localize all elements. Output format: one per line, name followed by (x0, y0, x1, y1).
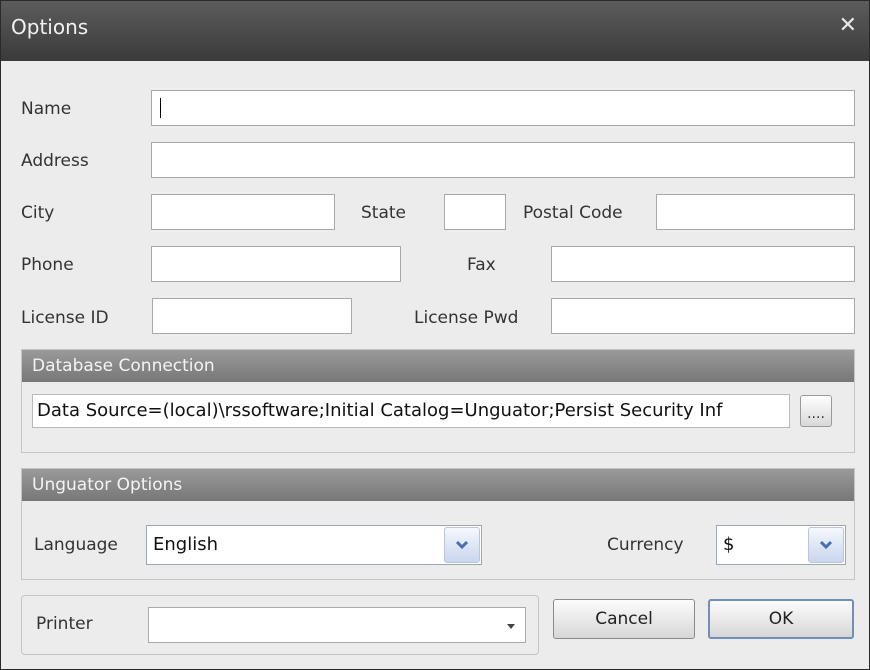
unguator-options-header: Unguator Options (22, 469, 854, 501)
currency-label: Currency (607, 535, 684, 555)
ok-button[interactable]: OK (708, 599, 854, 639)
database-connection-header: Database Connection (22, 350, 854, 382)
language-value: English (153, 534, 218, 555)
chevron-down-icon[interactable] (444, 527, 480, 563)
database-connection-group: Database Connection Data Source=(local)\… (21, 349, 855, 453)
dialog-content: Name Address City State Postal Code Phon… (9, 63, 861, 661)
currency-select[interactable]: $ (716, 525, 846, 565)
cancel-button[interactable]: Cancel (553, 599, 695, 639)
close-icon[interactable]: ✕ (839, 13, 857, 38)
state-input[interactable] (444, 194, 506, 230)
state-label: State (361, 203, 406, 223)
unguator-options-group: Unguator Options Language English Curren… (21, 468, 855, 580)
address-input[interactable] (151, 142, 855, 178)
browse-connection-button[interactable]: .... (800, 395, 832, 427)
city-label: City (21, 203, 55, 223)
printer-label: Printer (36, 614, 93, 634)
address-label: Address (21, 151, 89, 171)
name-label: Name (21, 99, 72, 119)
phone-input[interactable] (151, 246, 401, 282)
printer-group: Printer (21, 595, 539, 655)
printer-select[interactable] (148, 607, 526, 643)
license-id-input[interactable] (152, 298, 352, 334)
fax-label: Fax (467, 255, 496, 275)
phone-label: Phone (21, 255, 74, 275)
title-bar[interactable]: Options ✕ (1, 1, 869, 61)
fax-input[interactable] (551, 246, 855, 282)
window-title: Options (11, 15, 89, 39)
language-select[interactable]: English (146, 525, 482, 565)
options-dialog: Options ✕ Name Address City State Postal… (0, 0, 870, 670)
connection-string-input[interactable]: Data Source=(local)\rssoftware;Initial C… (32, 394, 790, 428)
chevron-down-icon[interactable] (808, 527, 844, 563)
license-pwd-input[interactable] (551, 298, 855, 334)
license-pwd-label: License Pwd (414, 308, 519, 328)
license-id-label: License ID (21, 308, 109, 328)
language-label: Language (34, 535, 118, 555)
postal-code-input[interactable] (656, 194, 855, 230)
city-input[interactable] (151, 194, 335, 230)
postal-code-label: Postal Code (523, 203, 623, 223)
currency-value: $ (723, 534, 735, 555)
text-caret (160, 98, 161, 118)
dropdown-arrow-icon (507, 624, 515, 629)
name-input[interactable] (151, 90, 855, 126)
